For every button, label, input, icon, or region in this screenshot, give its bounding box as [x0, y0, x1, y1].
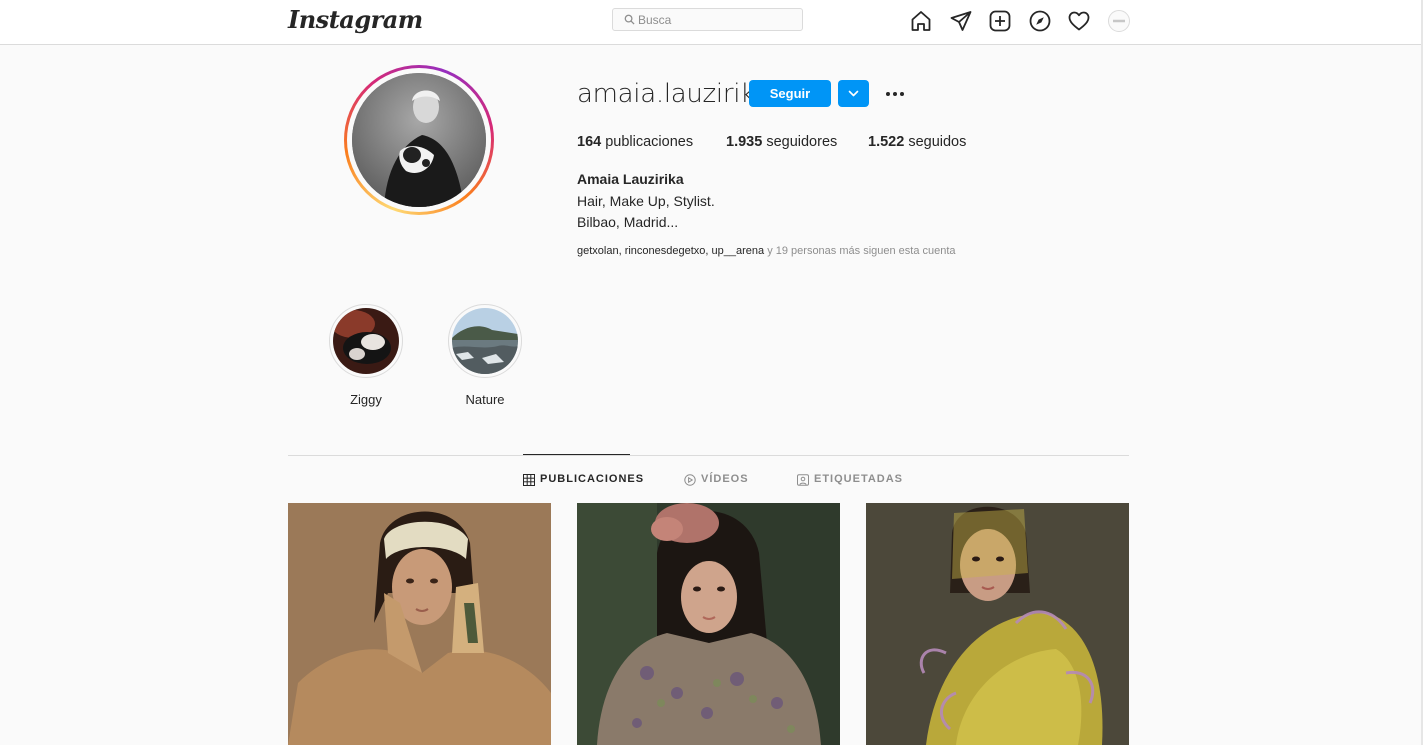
search-icon: [624, 14, 635, 25]
follow-button[interactable]: Seguir: [749, 80, 831, 107]
stat-following-label: seguidos: [908, 134, 967, 150]
stat-posts-count: 164: [577, 134, 602, 150]
profile-full-name: Amaia Lauzirika: [577, 171, 684, 187]
highlight-cover-graphic: [333, 308, 399, 374]
search-input[interactable]: [638, 11, 793, 28]
post-image: [577, 503, 840, 745]
tab-etiquetadas[interactable]: ETIQUETADAS: [797, 473, 902, 487]
chevron-down-icon: [848, 90, 859, 97]
highlight-label: Ziggy: [350, 392, 382, 407]
instagram-logo[interactable]: Instagram: [288, 5, 423, 34]
grid-icon: [523, 474, 535, 486]
video-icon: [684, 474, 696, 486]
new-post-icon[interactable]: [988, 9, 1012, 33]
direct-icon[interactable]: [949, 9, 973, 33]
suggestions-dropdown-button[interactable]: [838, 80, 869, 107]
bio-line: Bilbao, Madrid...: [577, 214, 679, 230]
tagged-icon: [797, 474, 809, 486]
followed-by[interactable]: getxolan, rinconesdegetxo, up__arena y 1…: [577, 245, 956, 257]
explore-icon[interactable]: [1028, 9, 1052, 33]
post-thumbnail[interactable]: [866, 503, 1129, 745]
search-box[interactable]: [612, 8, 803, 31]
highlight-cover: [452, 308, 518, 374]
followed-by-rest: y 19 personas más siguen esta cuenta: [764, 245, 956, 257]
tab-videos[interactable]: VÍDEOS: [684, 473, 748, 487]
profile-photo-graphic: [352, 73, 486, 207]
post-thumbnail[interactable]: [288, 503, 551, 745]
bio-line: Hair, Make Up, Stylist.: [577, 193, 715, 209]
stat-following-count: 1.522: [868, 134, 905, 150]
post-image: [866, 503, 1129, 745]
top-nav: Instagram: [0, 0, 1421, 45]
active-tab-indicator: [523, 454, 630, 455]
profile-avatar[interactable]: [344, 65, 494, 215]
stat-followers[interactable]: 1.935 seguidores: [726, 134, 837, 150]
more-options-icon[interactable]: [882, 84, 908, 104]
post-thumbnail[interactable]: [577, 503, 840, 745]
tab-label: VÍDEOS: [701, 473, 749, 485]
highlight-cover-graphic: [452, 308, 518, 374]
stat-following[interactable]: 1.522 seguidos: [868, 134, 966, 150]
tab-publicaciones[interactable]: PUBLICACIONES: [523, 473, 643, 487]
tab-label: ETIQUETADAS: [814, 473, 904, 485]
highlight-label: Nature: [465, 392, 505, 407]
profile-avatar-icon[interactable]: [1107, 9, 1131, 33]
highlight-ring: [329, 304, 403, 378]
profile-photo: [352, 73, 486, 207]
tab-label: PUBLICACIONES: [540, 473, 645, 485]
stat-posts-label: publicaciones: [605, 134, 694, 150]
highlight-ring: [448, 304, 522, 378]
post-image: [288, 503, 551, 745]
tabs-divider: [288, 455, 1129, 456]
activity-heart-icon[interactable]: [1067, 9, 1091, 33]
stat-followers-count: 1.935: [726, 134, 763, 150]
home-icon[interactable]: [909, 9, 933, 33]
followed-by-users[interactable]: getxolan, rinconesdegetxo, up__arena: [577, 245, 764, 257]
profile-username: amaia.lauzirika: [577, 79, 771, 109]
nav-icons: [909, 9, 1131, 33]
highlight-cover: [333, 308, 399, 374]
stat-followers-label: seguidores: [766, 134, 838, 150]
stat-posts: 164 publicaciones: [577, 134, 693, 150]
